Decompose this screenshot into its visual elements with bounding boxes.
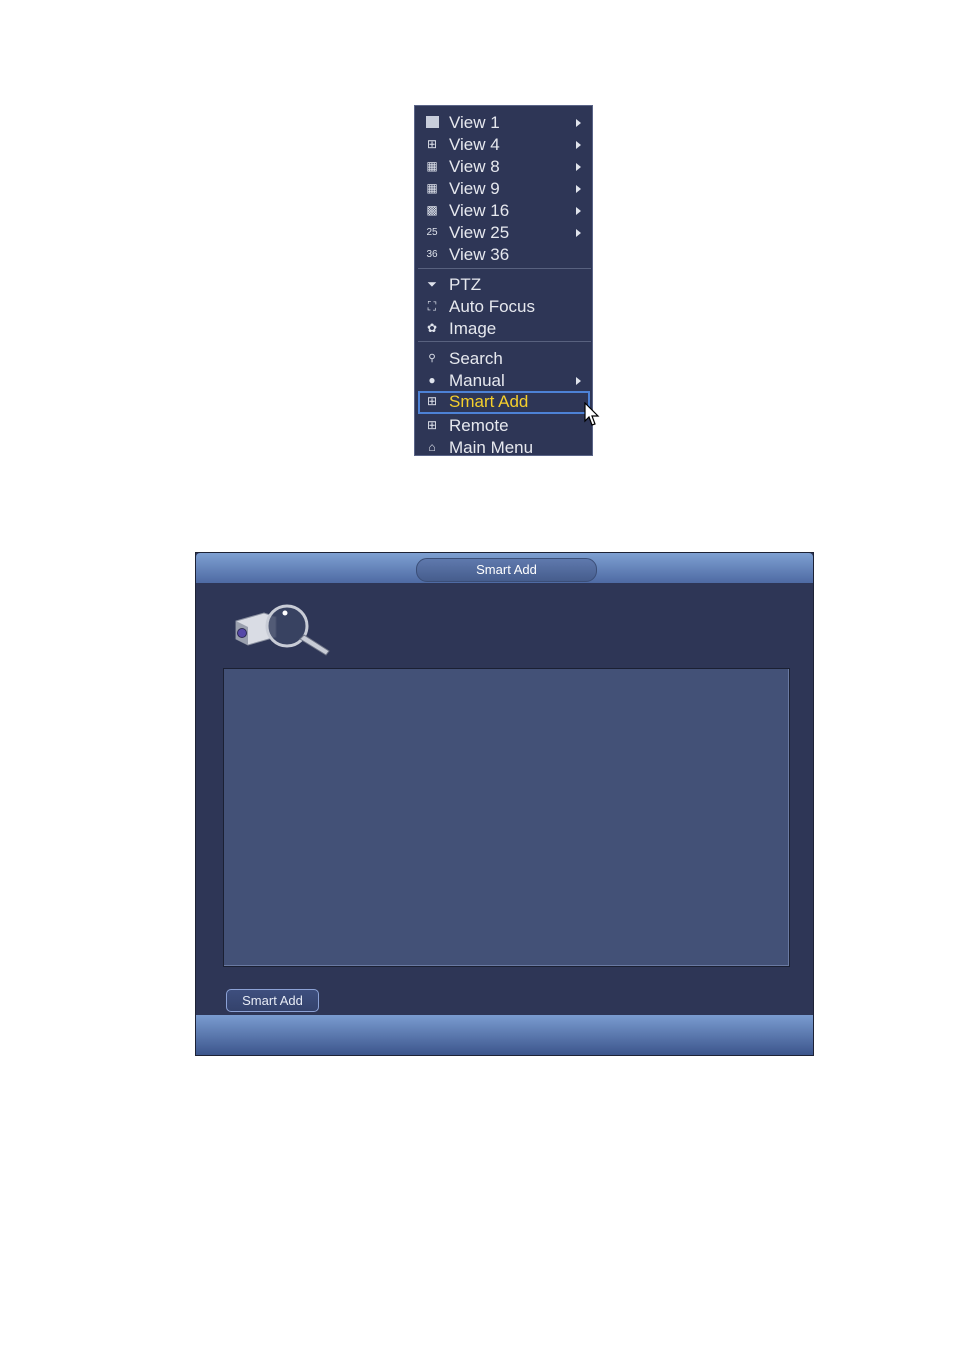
auto-focus-icon: ⛶ [427,299,437,313]
device-list [223,668,790,967]
menu-item-search[interactable]: ⚲ Search [418,348,590,369]
menu-item-remote[interactable]: ⊞ Remote [418,415,590,436]
dialog-title: Smart Add [416,558,597,582]
submenu-arrow-icon [576,163,581,171]
menu-item-view-36[interactable]: 36 View 36 [418,244,590,265]
twentyfive-view-icon: 25 [426,227,438,238]
submenu-arrow-icon [576,119,581,127]
home-icon: ⌂ [428,440,436,454]
submenu-arrow-icon [576,185,581,193]
context-menu: View 1 ⊞ View 4 ▦ View 8 ▦ View 9 ▩ View… [414,105,593,458]
dialog-footer [196,1015,813,1055]
single-view-icon [425,116,439,129]
menu-item-view-1[interactable]: View 1 [418,112,590,133]
menu-item-view-4[interactable]: ⊞ View 4 [418,134,590,155]
menu-item-view-9[interactable]: ▦ View 9 [418,178,590,199]
menu-divider [418,268,591,269]
menu-item-view-8[interactable]: ▦ View 8 [418,156,590,177]
sixteen-view-icon: ▩ [426,203,438,217]
mouse-pointer-icon [584,402,600,426]
menu-item-image[interactable]: ✿ Image [418,318,590,339]
camera-search-icon [235,604,330,656]
menu-item-view-16[interactable]: ▩ View 16 [418,200,590,221]
menu-item-smart-add[interactable]: ⊞ Smart Add [418,391,590,414]
menu-item-view-25[interactable]: 25 View 25 [418,222,590,243]
quad-view-icon: ⊞ [426,137,438,151]
menu-item-auto-focus[interactable]: ⛶ Auto Focus [418,296,590,317]
remote-device-icon: ⊞ [426,418,438,432]
nine-view-icon: ▦ [426,181,438,195]
eight-view-icon: ▦ [426,159,438,173]
search-icon: ⚲ [428,353,436,364]
submenu-arrow-icon [576,141,581,149]
submenu-arrow-icon [576,229,581,237]
smart-add-dialog: Smart Add Smart Add [195,552,814,1056]
menu-item-main-menu[interactable]: ⌂ Main Menu [418,437,590,458]
submenu-arrow-icon [576,377,581,385]
smart-add-button[interactable]: Smart Add [226,989,319,1012]
dialog-titlebar: Smart Add [196,553,813,583]
submenu-arrow-icon [576,207,581,215]
menu-item-ptz[interactable]: ⏷ PTZ [418,274,590,295]
add-device-icon: ⊞ [426,394,438,408]
mouse-icon: ● [428,373,436,387]
menu-divider [418,341,591,342]
menu-item-manual[interactable]: ● Manual [418,370,590,391]
palette-icon: ✿ [426,321,438,335]
ptz-dome-icon: ⏷ [427,277,437,291]
thirtysix-view-icon: 36 [426,249,438,260]
